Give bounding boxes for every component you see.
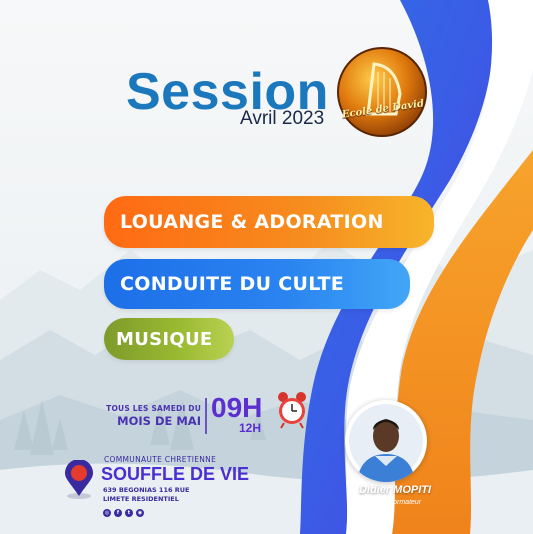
alarm-clock-icon (278, 392, 306, 429)
church-type: COMMUNAUTE CHRETIENNE (104, 455, 217, 464)
facebook-icon: f (114, 509, 122, 517)
trainer-name: Didier MOPITI (358, 484, 432, 496)
social-links: ◎ f t ◉ (103, 509, 144, 517)
church-name: SOUFFLE DE VIE (101, 464, 250, 484)
ecole-de-david-logo (337, 47, 427, 137)
event-poster: Session Avril 2023 Ecole de David LOUANG… (0, 0, 533, 534)
trainer-avatar (345, 400, 427, 482)
start-time: 09H (211, 392, 263, 423)
topic-conduite-du-culte: CONDUITE DU CULTE (104, 259, 410, 309)
web-icon: ◉ (136, 509, 144, 517)
location-pin-icon (65, 460, 93, 499)
trainer-photo (349, 404, 423, 482)
schedule-days: TOUS LES SAMEDI DU (106, 404, 201, 413)
session-date: Avril 2023 (240, 108, 325, 129)
topic-musique: MUSIQUE (104, 318, 234, 360)
twitter-icon: t (125, 509, 133, 517)
trainer-role: Formateur (388, 499, 422, 506)
schedule-divider (205, 398, 207, 434)
address-line-2: LIMETE RESIDENTIEL (103, 495, 179, 503)
schedule-month: MOIS DE MAI (117, 414, 201, 428)
address-line-1: 639 BEGONIAS 116 RUE (103, 486, 190, 494)
instagram-icon: ◎ (103, 509, 111, 517)
end-time: 12H (239, 421, 262, 435)
topic-louange-adoration: LOUANGE & ADORATION (104, 196, 434, 248)
